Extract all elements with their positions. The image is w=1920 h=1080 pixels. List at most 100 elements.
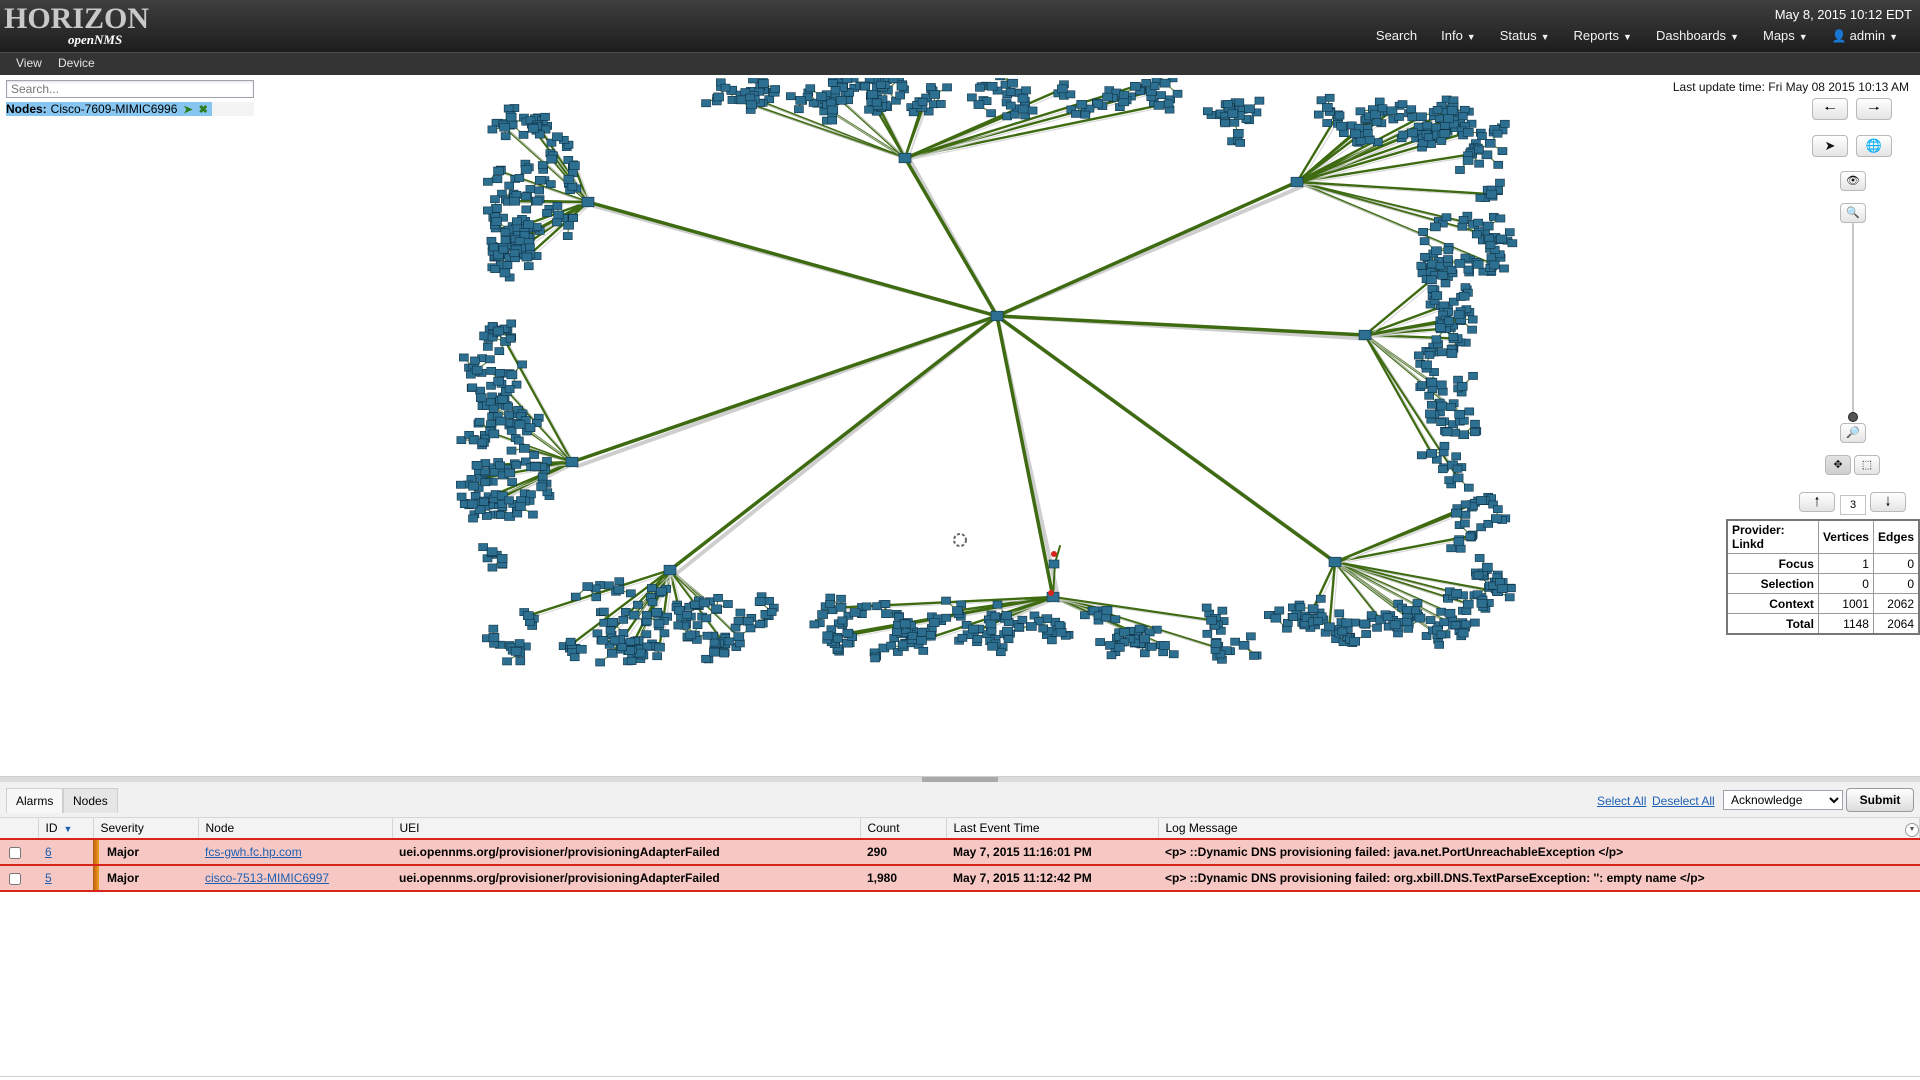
network-node-icon[interactable] [985,619,997,629]
network-node-icon[interactable] [1463,483,1474,492]
pan-tool-button[interactable]: ✥ [1825,455,1851,475]
network-node-icon[interactable] [1110,615,1121,624]
network-node-icon[interactable] [592,629,603,638]
magic-lens-button[interactable]: 👁 [1840,171,1866,191]
network-node-icon[interactable] [1454,409,1465,419]
network-node-icon[interactable] [1054,621,1065,629]
network-node-icon[interactable] [1482,562,1493,572]
network-node-icon[interactable] [723,600,733,608]
network-node-icon[interactable] [513,436,524,445]
column-header-uei[interactable]: UEI [392,818,861,840]
network-node-icon[interactable] [1002,626,1013,636]
network-node-icon[interactable] [506,446,517,455]
network-node-icon[interactable] [471,365,483,375]
network-node-icon[interactable] [1472,260,1484,269]
network-node-icon[interactable] [1153,101,1165,110]
network-node-icon[interactable] [1477,132,1487,140]
network-node-icon[interactable] [1359,619,1371,629]
network-node-icon[interactable] [514,174,525,182]
network-node-icon[interactable] [625,637,636,646]
network-node-icon[interactable] [565,637,576,646]
network-node-icon[interactable] [817,610,828,619]
network-node-icon[interactable] [1102,92,1113,102]
network-node-icon[interactable] [1424,391,1434,400]
network-node-icon[interactable] [835,96,847,105]
network-node-icon[interactable] [888,78,899,84]
network-node-icon[interactable] [1324,93,1335,102]
network-node-icon[interactable] [595,658,605,667]
network-node-icon[interactable] [1295,603,1306,612]
network-node-icon[interactable] [1507,239,1518,248]
network-node-icon[interactable] [502,261,513,269]
network-node-icon[interactable] [488,404,499,413]
network-node-icon[interactable] [816,92,827,101]
network-node-icon[interactable] [1254,96,1265,105]
network-node-icon[interactable] [526,490,536,499]
network-node-icon[interactable] [876,80,886,89]
network-node-icon[interactable] [490,195,500,204]
select-tool-button[interactable]: ⬚ [1854,455,1880,475]
network-node-icon[interactable] [1003,635,1014,644]
network-node-icon[interactable] [1474,145,1484,154]
network-node-icon[interactable] [1427,385,1438,394]
network-node-icon[interactable] [641,610,652,619]
network-node-icon[interactable] [828,79,838,87]
network-node-icon[interactable] [487,125,498,134]
network-node-icon[interactable] [492,175,503,184]
network-node-icon[interactable] [531,196,543,206]
network-node-icon[interactable] [552,218,562,227]
network-node-icon[interactable] [709,638,720,647]
network-node-icon[interactable] [836,594,846,603]
search-input[interactable] [6,80,254,98]
network-node-icon[interactable] [1202,629,1213,638]
network-node-icon[interactable] [867,90,878,99]
network-node-icon[interactable] [1201,603,1212,612]
network-node-icon[interactable] [490,265,500,273]
network-node-icon[interactable] [1363,129,1373,138]
network-node-icon[interactable] [485,355,495,364]
network-node-icon[interactable] [872,602,882,611]
network-node-icon[interactable] [1402,606,1413,615]
network-node-icon[interactable] [826,98,837,107]
network-node-icon[interactable] [1470,618,1480,627]
network-node-icon[interactable] [569,653,580,662]
network-node-icon[interactable] [568,214,578,222]
network-node-icon[interactable] [505,112,517,122]
network-node-icon[interactable] [1425,616,1436,624]
network-node-icon[interactable] [701,614,712,623]
network-node-icon[interactable] [523,262,534,271]
network-node-icon[interactable] [1235,138,1246,147]
network-node-icon[interactable] [494,347,505,356]
network-node-icon[interactable] [967,93,977,102]
network-node-icon[interactable] [870,654,880,663]
network-node-icon[interactable] [546,154,558,164]
network-node-icon[interactable] [1426,377,1438,387]
network-node-icon[interactable] [1474,159,1484,168]
network-node-icon[interactable] [1458,430,1469,440]
network-node-icon[interactable] [504,385,515,393]
network-node-icon[interactable] [1374,97,1385,106]
network-node-icon[interactable] [1210,639,1222,648]
network-node-icon[interactable] [1463,128,1474,137]
network-node-icon[interactable] [500,228,511,237]
network-node-icon[interactable] [497,395,509,404]
network-node-icon[interactable] [837,616,848,625]
network-node-icon[interactable] [553,210,565,220]
zoom-slider-handle[interactable] [1848,412,1858,422]
network-node-icon[interactable] [509,196,520,206]
network-node-icon[interactable] [719,649,729,658]
network-node-icon[interactable] [1414,351,1424,360]
network-node-icon[interactable] [607,617,619,627]
network-node-icon[interactable] [830,86,841,95]
network-node-icon[interactable] [973,100,985,109]
network-node-icon[interactable] [1464,407,1475,416]
network-node-icon[interactable] [1446,403,1456,412]
network-node-icon[interactable] [822,631,834,641]
network-node-icon[interactable] [1460,519,1470,528]
network-node-icon[interactable] [486,236,497,245]
network-node-icon[interactable] [1467,315,1478,324]
network-node-icon[interactable] [764,597,774,605]
network-node-icon[interactable] [1334,111,1345,120]
network-node-icon[interactable] [711,604,722,614]
network-node-icon[interactable] [510,647,522,656]
